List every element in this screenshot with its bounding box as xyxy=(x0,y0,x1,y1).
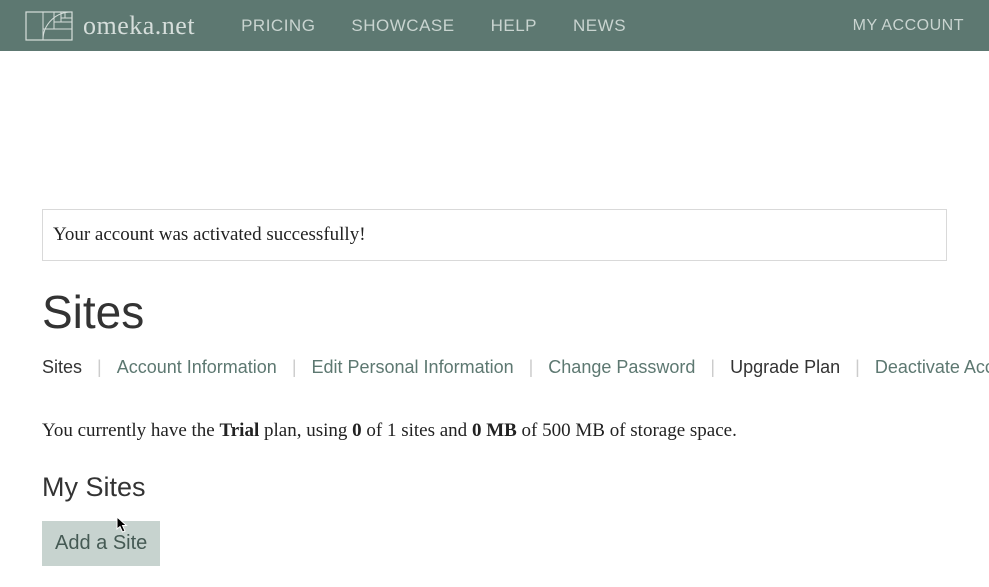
tab-change-password[interactable]: Change Password xyxy=(548,357,695,378)
top-header: omeka.net PRICING SHOWCASE HELP NEWS MY … xyxy=(0,0,989,51)
omeka-logo-icon xyxy=(25,11,73,41)
main-content: Your account was activated successfully!… xyxy=(0,209,989,566)
tab-upgrade-plan[interactable]: Upgrade Plan xyxy=(730,357,840,378)
logo-text: omeka.net xyxy=(83,11,195,41)
success-notice: Your account was activated successfully! xyxy=(42,209,947,261)
tab-sites[interactable]: Sites xyxy=(42,357,82,378)
plan-mid2: of 1 sites and xyxy=(362,420,472,441)
tab-separator: | xyxy=(710,357,715,378)
plan-name: Trial xyxy=(219,420,259,441)
nav-news[interactable]: NEWS xyxy=(555,16,644,36)
nav-pricing[interactable]: PRICING xyxy=(223,16,333,36)
nav-showcase[interactable]: SHOWCASE xyxy=(333,16,472,36)
plan-mid1: plan, using xyxy=(259,420,352,441)
page-title: Sites xyxy=(42,285,947,339)
tab-separator: | xyxy=(97,357,102,378)
tab-separator: | xyxy=(292,357,297,378)
my-sites-heading: My Sites xyxy=(42,472,947,503)
tab-edit-personal[interactable]: Edit Personal Information xyxy=(312,357,514,378)
main-nav: PRICING SHOWCASE HELP NEWS xyxy=(223,16,853,36)
add-site-button[interactable]: Add a Site xyxy=(42,521,160,566)
tab-separator: | xyxy=(855,357,860,378)
tab-account-info[interactable]: Account Information xyxy=(117,357,277,378)
plan-prefix: You currently have the xyxy=(42,420,219,441)
plan-info-text: You currently have the Trial plan, using… xyxy=(42,420,947,442)
plan-storage-used: 0 MB xyxy=(472,420,517,441)
plan-suffix: of 500 MB of storage space. xyxy=(517,420,737,441)
my-account-link[interactable]: MY ACCOUNT xyxy=(853,17,964,35)
logo[interactable]: omeka.net xyxy=(25,11,195,41)
tab-separator: | xyxy=(529,357,534,378)
account-tabs: Sites | Account Information | Edit Perso… xyxy=(42,357,947,378)
plan-sites-used: 0 xyxy=(352,420,362,441)
tab-deactivate[interactable]: Deactivate Account xyxy=(875,357,989,378)
nav-help[interactable]: HELP xyxy=(473,16,555,36)
